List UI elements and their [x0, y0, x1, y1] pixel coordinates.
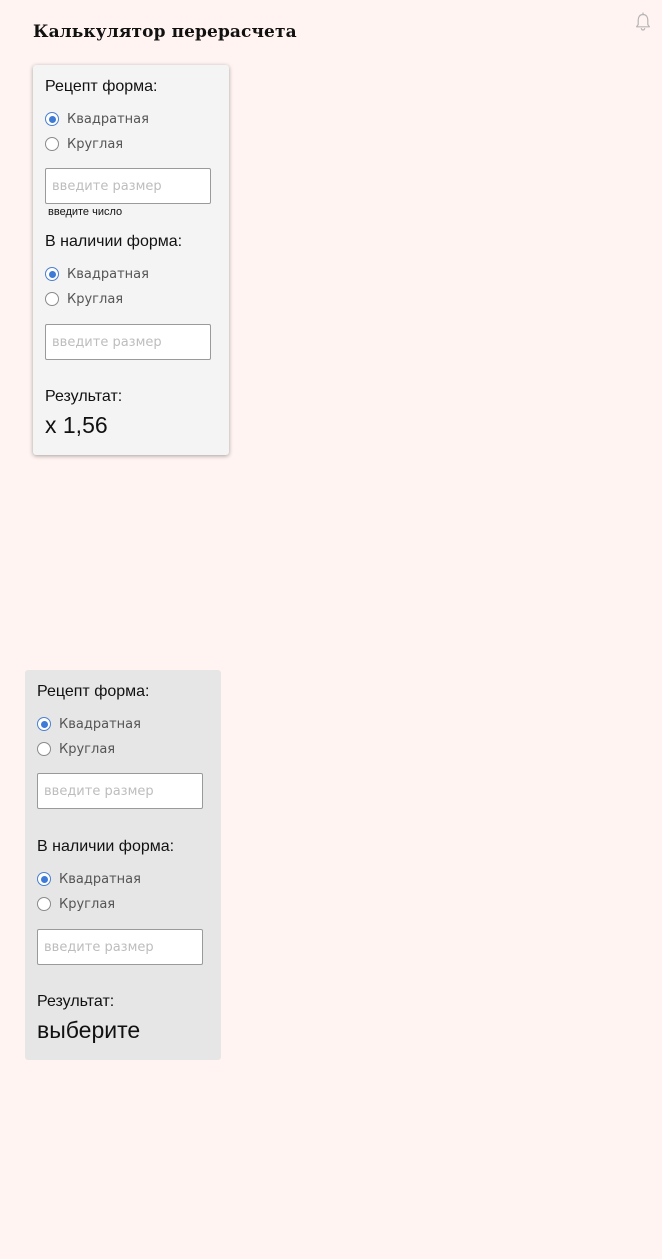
available-radio-square[interactable]: Квадратная	[45, 264, 149, 284]
radio-label: Круглая	[59, 741, 116, 757]
radio-label: Квадратная	[59, 871, 141, 887]
recipe-radio-round[interactable]: Круглая	[45, 134, 123, 154]
radio-button-checked[interactable]	[45, 112, 59, 126]
recipe-size-input[interactable]	[37, 773, 203, 809]
radio-button[interactable]	[45, 137, 59, 151]
radio-label: Квадратная	[59, 716, 141, 732]
available-radio-round[interactable]: Круглая	[45, 289, 123, 309]
recipe-form-label: Рецепт форма:	[45, 78, 158, 95]
available-form-label: В наличии форма:	[37, 838, 175, 855]
radio-button[interactable]	[37, 897, 51, 911]
recipe-radio-square[interactable]: Квадратная	[37, 714, 141, 734]
radio-label: Круглая	[67, 136, 124, 152]
recipe-form-label: Рецепт форма:	[37, 683, 150, 700]
result-label: Результат:	[37, 993, 115, 1010]
bell-icon[interactable]	[634, 12, 652, 32]
validation-hint: введите число	[48, 206, 123, 218]
recipe-radio-round[interactable]: Круглая	[37, 739, 115, 759]
calculator-card-filled: Рецепт форма: Квадратная Круглая введите…	[33, 65, 229, 455]
result-label: Результат:	[45, 388, 123, 405]
page-title: Калькулятор перерасчета	[33, 22, 297, 42]
radio-button[interactable]	[37, 742, 51, 756]
radio-button-checked[interactable]	[45, 267, 59, 281]
recipe-radio-square[interactable]: Квадратная	[45, 109, 149, 129]
available-radio-square[interactable]: Квадратная	[37, 869, 141, 889]
available-radio-round[interactable]: Круглая	[37, 894, 115, 914]
result-value: x 1,56	[45, 412, 108, 438]
available-size-input[interactable]	[45, 324, 211, 360]
calculator-card-empty: Рецепт форма: Квадратная Круглая В налич…	[25, 670, 221, 1060]
result-value: выберите	[37, 1017, 141, 1043]
radio-button-checked[interactable]	[37, 717, 51, 731]
radio-button[interactable]	[45, 292, 59, 306]
radio-label: Квадратная	[67, 111, 149, 127]
radio-label: Круглая	[67, 291, 124, 307]
available-size-input[interactable]	[37, 929, 203, 965]
radio-label: Круглая	[59, 896, 116, 912]
recipe-size-input[interactable]	[45, 168, 211, 204]
radio-label: Квадратная	[67, 266, 149, 282]
radio-button-checked[interactable]	[37, 872, 51, 886]
available-form-label: В наличии форма:	[45, 233, 183, 250]
